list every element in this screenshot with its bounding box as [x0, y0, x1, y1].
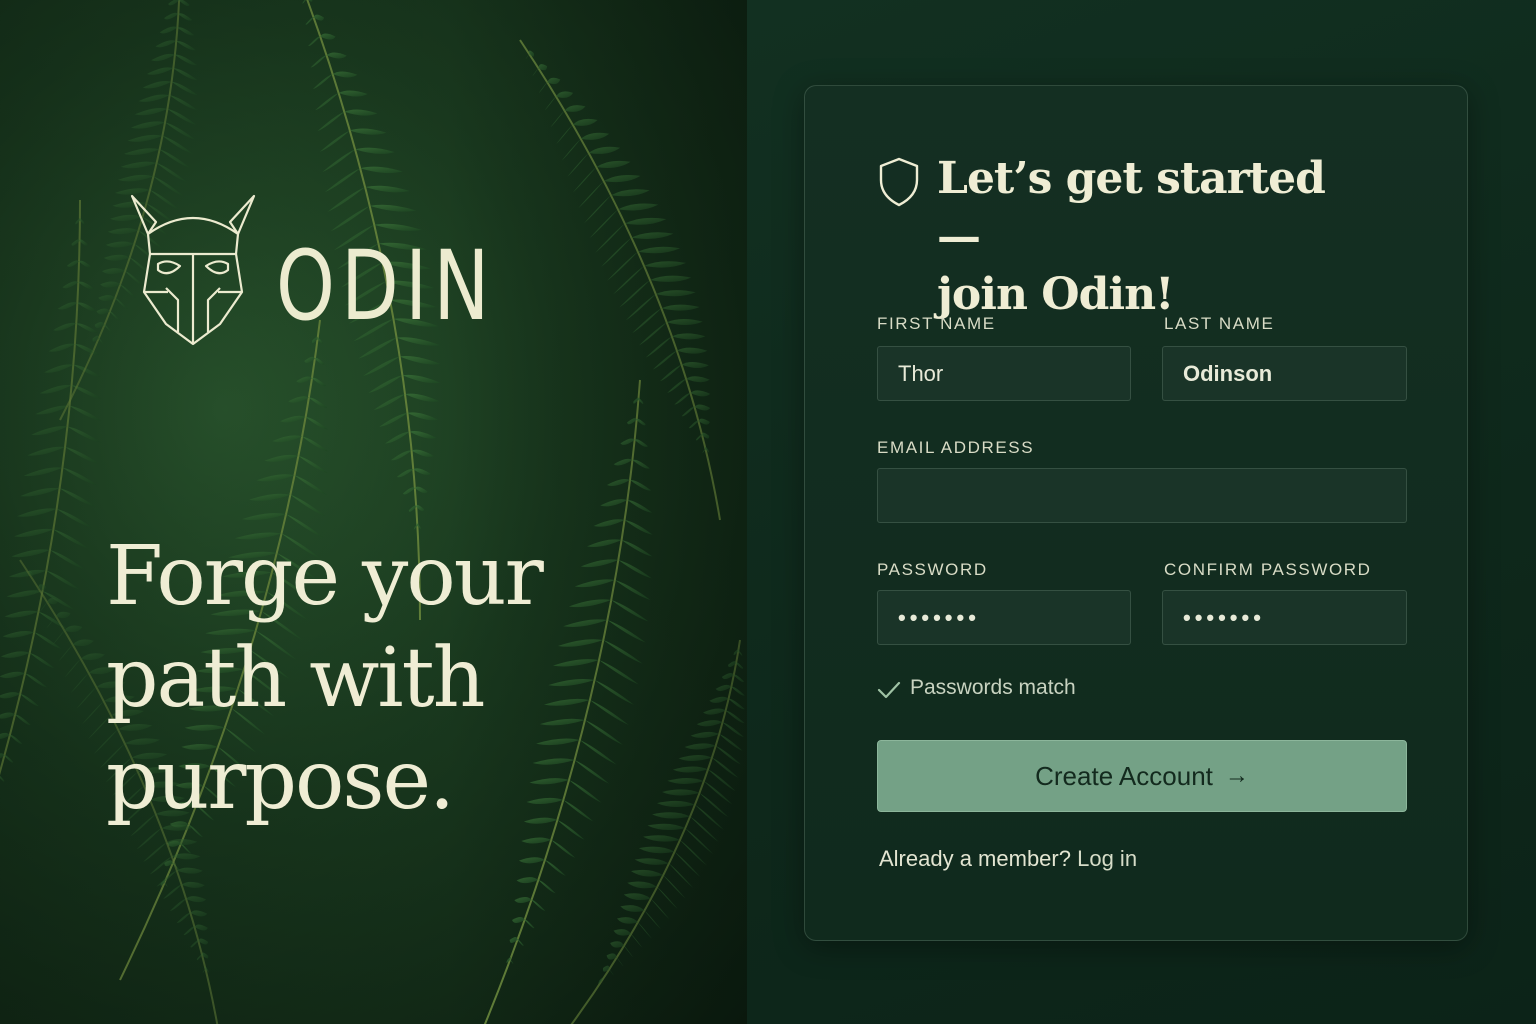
tagline-line-2: path with	[106, 631, 485, 726]
create-account-button[interactable]: Create Account →	[877, 740, 1407, 812]
first-name-label: FIRST NAME	[877, 314, 996, 333]
login-link[interactable]: Log in	[1077, 846, 1137, 871]
check-icon	[877, 681, 901, 699]
email-input[interactable]	[877, 468, 1407, 523]
shield-icon	[879, 157, 919, 207]
first-name-input[interactable]: Thor	[877, 346, 1131, 401]
confirm-password-label: CONFIRM PASSWORD	[1164, 560, 1372, 579]
form-heading: Let’s get started — join Odin!	[937, 150, 1357, 324]
password-match-text: Passwords match	[910, 676, 1076, 699]
last-name-input[interactable]: Odinson	[1162, 346, 1407, 401]
tagline-line-1: Forge your	[106, 529, 544, 624]
signup-card: Let’s get started — join Odin! FIRST NAM…	[804, 85, 1468, 941]
heading-line-1: Let’s get started —	[937, 153, 1326, 262]
login-prompt: Already a member? Log in	[879, 846, 1137, 872]
heading-line-2: join Odin!	[937, 269, 1174, 320]
brand-wordmark: ODIN	[276, 230, 496, 342]
last-name-label: LAST NAME	[1164, 314, 1275, 333]
email-label: EMAIL ADDRESS	[877, 438, 1035, 457]
confirm-password-input[interactable]: •••••••	[1162, 590, 1407, 645]
password-label: PASSWORD	[877, 560, 988, 579]
hero-panel: ODIN Forge your path with purpose.	[0, 0, 747, 1024]
brand-logo: ODIN	[128, 192, 489, 352]
login-question: Already a member?	[879, 846, 1071, 871]
signup-panel: Let’s get started — join Odin! FIRST NAM…	[747, 0, 1536, 1024]
arrow-right-icon: →	[1224, 762, 1249, 789]
password-input[interactable]: •••••••	[877, 590, 1131, 645]
tagline-line-3: purpose.	[106, 733, 455, 828]
viking-helmet-icon	[130, 194, 256, 346]
hero-tagline: Forge your path with purpose.	[106, 526, 626, 832]
create-account-label: Create Account	[1035, 760, 1213, 791]
